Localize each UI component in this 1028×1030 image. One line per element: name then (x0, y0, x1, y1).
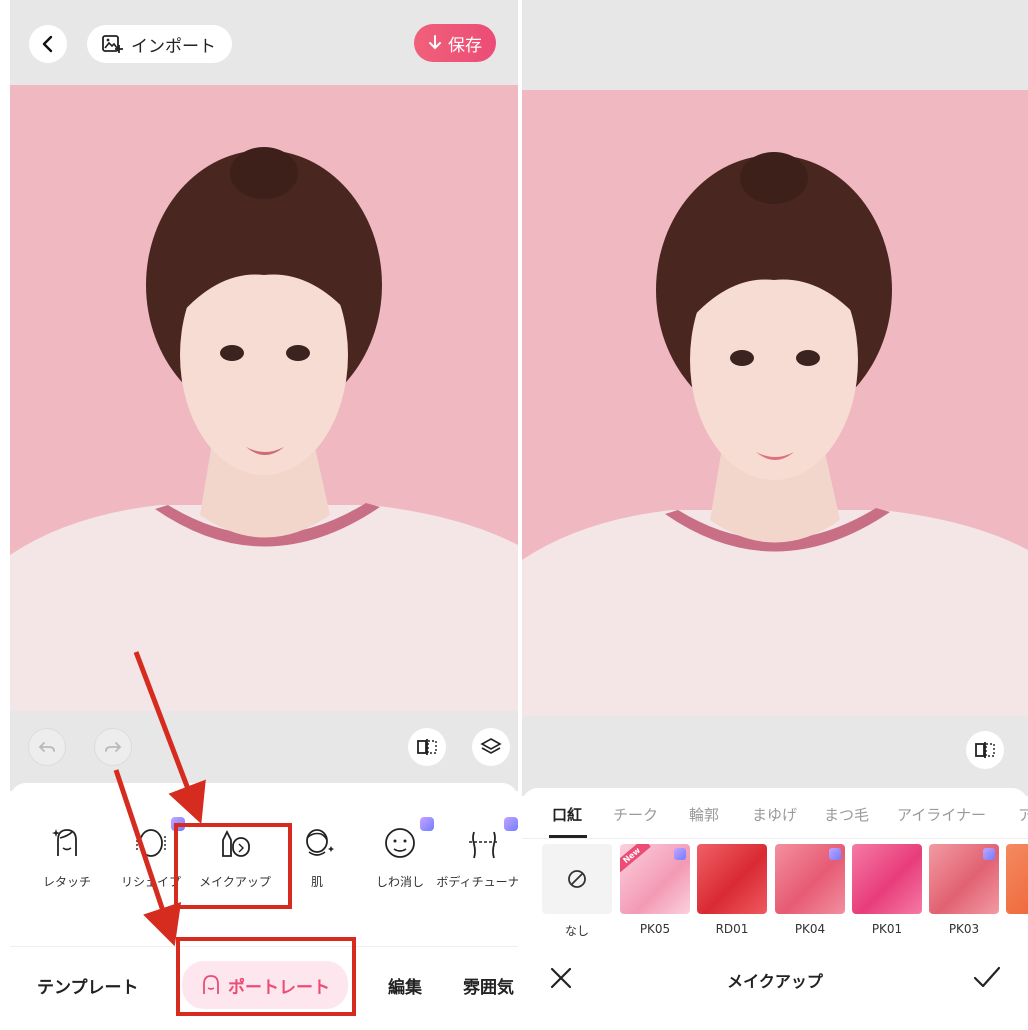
layers-button[interactable] (472, 728, 510, 766)
swatch-color (775, 844, 845, 914)
skin-icon (306, 829, 334, 856)
left-screen: インポート 保存 レタッチ リシェイプ メイクアップ 肌 しわ消し ボディチュー… (10, 0, 518, 1030)
tab-eyelash[interactable]: まつ毛 (824, 804, 869, 825)
swatch-color (852, 844, 922, 914)
download-arrow-icon (429, 35, 441, 50)
reshape-face-icon (136, 829, 166, 857)
portrait-photo (522, 90, 1028, 716)
top-bar (522, 0, 1028, 90)
tool-retouch[interactable]: レタッチ (25, 823, 109, 890)
swatch-rd01[interactable]: RD01 (697, 844, 767, 936)
swatch-pk03[interactable]: PK03 (929, 844, 999, 936)
tab-atmosphere[interactable]: 雰囲気 (463, 961, 514, 1009)
swatch-pk01[interactable]: PK01 (852, 844, 922, 936)
tab-more[interactable]: ア (1018, 804, 1028, 825)
swatch-pk05[interactable]: New PK05 (620, 844, 690, 936)
import-button[interactable]: インポート (87, 25, 232, 63)
tool-label: 肌 (310, 875, 323, 889)
tool-label: レタッチ (42, 875, 91, 889)
tool-label: リシェイプ (120, 875, 181, 889)
footer-title: メイクアップ (727, 972, 823, 991)
swatch-label: なし (564, 924, 589, 938)
tab-eyeliner[interactable]: アイライナー (897, 804, 986, 825)
tab-lipstick[interactable]: 口紅 (552, 804, 582, 825)
tool-label: しわ消し (375, 875, 424, 889)
swatch-label: RD01 (715, 922, 749, 936)
compare-button[interactable] (408, 728, 446, 766)
layers-icon (480, 738, 502, 754)
swatch-color: New (620, 844, 690, 914)
swatch-none[interactable]: なし (542, 844, 612, 939)
none-icon (568, 870, 586, 888)
chevron-left-icon (42, 35, 53, 53)
swatch-label: PK03 (948, 922, 980, 936)
swatch-pk04[interactable]: PK04 (775, 844, 845, 936)
compare-icon (975, 742, 995, 758)
body-tuner-icon (469, 831, 499, 859)
portrait-photo (10, 85, 518, 711)
import-label: インポート (131, 36, 216, 57)
undo-icon (38, 742, 55, 752)
compare-button[interactable] (966, 731, 1004, 769)
tab-eyebrow[interactable]: まゆげ (752, 804, 797, 825)
tool-body-tuner[interactable]: ボディチューナー (436, 817, 518, 890)
makeup-sheet: 口紅 チーク 輪郭 まゆげ まつ毛 アイライナー ア なし New PK05 R… (522, 788, 1028, 1030)
premium-gem-icon (983, 848, 995, 860)
premium-gem-icon (420, 817, 434, 831)
tab-template[interactable]: テンプレート (37, 961, 139, 1009)
top-bar: インポート 保存 (10, 0, 518, 85)
divider (522, 838, 1028, 839)
category-tabs: 口紅 チーク 輪郭 まゆげ まつ毛 アイライナー ア (522, 798, 1028, 838)
swatch-label: PK01 (871, 922, 903, 936)
tab-cheek[interactable]: チーク (613, 804, 658, 825)
right-screen: 口紅 チーク 輪郭 まゆげ まつ毛 アイライナー ア なし New PK05 R… (522, 0, 1028, 1030)
tool-wrinkle[interactable]: しわ消し (358, 817, 442, 890)
swatch-color (1006, 844, 1028, 914)
makeup-footer: メイクアップ (522, 954, 1028, 1002)
swatch-label: PK05 (639, 922, 671, 936)
swatch-partial[interactable] (1006, 844, 1028, 922)
premium-gem-icon (504, 817, 518, 831)
save-button[interactable]: 保存 (414, 24, 496, 62)
swatch-label: PK04 (794, 922, 826, 936)
annotation-box-portrait (176, 937, 356, 1016)
retouch-face-icon (52, 829, 77, 856)
new-badge: New (620, 844, 651, 873)
image-add-icon (102, 35, 123, 53)
tab-contour[interactable]: 輪郭 (689, 804, 719, 825)
control-strip (522, 716, 1028, 796)
check-icon[interactable] (972, 964, 1002, 992)
redo-button[interactable] (94, 728, 132, 766)
swatch-row: なし New PK05 RD01 PK04 PK01 PK03 (522, 844, 1028, 944)
back-button[interactable] (29, 25, 67, 63)
premium-gem-icon (674, 848, 686, 860)
redo-icon (105, 742, 122, 752)
premium-gem-icon (829, 848, 841, 860)
save-label: 保存 (448, 35, 482, 56)
compare-icon (417, 739, 437, 755)
tab-edit[interactable]: 編集 (388, 961, 422, 1009)
control-strip (10, 711, 518, 791)
swatch-color (929, 844, 999, 914)
swatch-color (697, 844, 767, 914)
wrinkle-face-icon (385, 828, 415, 858)
annotation-box-makeup (174, 823, 292, 909)
undo-button[interactable] (28, 728, 66, 766)
tool-label: ボディチューナー (436, 875, 518, 889)
